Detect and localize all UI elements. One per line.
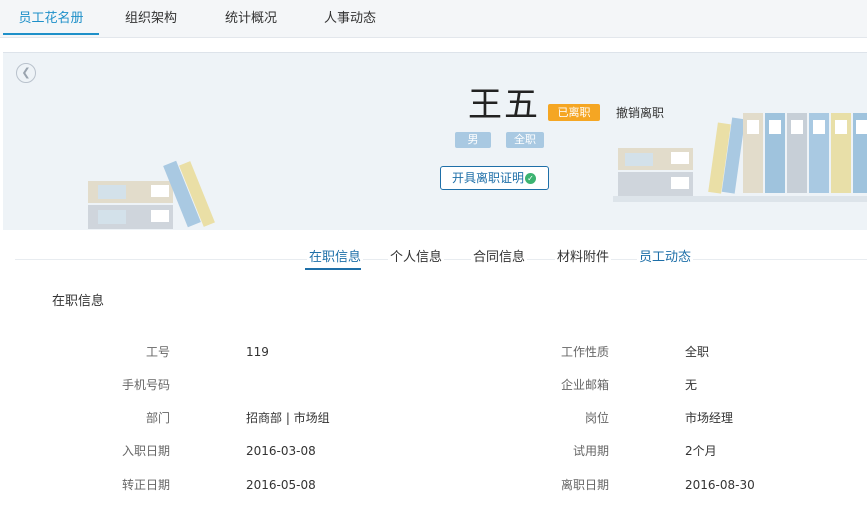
field-label-phone: 手机号码 — [121, 378, 170, 392]
top-navigation: 员工花名册 组织架构 统计概况 人事动态 — [0, 0, 867, 38]
field-label-company-email: 企业邮箱 — [560, 378, 609, 392]
field-value-leave-date: 2016-08-30 — [685, 478, 755, 492]
employment-type-tag: 全职 — [506, 132, 544, 148]
binders-illustration-left — [88, 160, 215, 229]
field-label-department: 部门 — [145, 411, 170, 425]
active-subtab-indicator — [305, 268, 361, 270]
back-arrow-icon[interactable]: ❮ — [16, 63, 36, 83]
field-value-hire-date: 2016-03-08 — [246, 444, 316, 458]
field-label-regularization-date: 转正日期 — [121, 478, 170, 492]
field-value-probation: 2个月 — [685, 444, 717, 458]
subtab-contract-info[interactable]: 合同信息 — [471, 248, 528, 268]
field-value-regularization-date: 2016-05-08 — [246, 478, 316, 492]
status-badge: 已离职 — [548, 104, 600, 121]
field-value-company-email: 无 — [685, 378, 698, 392]
field-label-position: 岗位 — [584, 411, 609, 425]
employee-name: 王五 — [468, 85, 540, 125]
subtab-attachments[interactable]: 材料附件 — [555, 248, 612, 268]
cert-button-label: 开具离职证明 — [452, 171, 525, 185]
field-label-probation: 试用期 — [572, 444, 609, 458]
section-title: 在职信息 — [52, 294, 105, 309]
employee-profile-page: 员工花名册 组织架构 统计概况 人事动态 ❮ 王五 已离职 撤销离职 男 全职 … — [0, 0, 867, 505]
field-label-hire-date: 入职日期 — [121, 444, 170, 458]
binders-illustration-right — [613, 113, 867, 202]
tab-hr-activity[interactable]: 人事动态 — [306, 0, 394, 38]
field-value-department: 招商部 | 市场组 — [246, 411, 330, 425]
subtab-employee-activity[interactable]: 员工动态 — [637, 248, 694, 268]
field-value-position: 市场经理 — [685, 411, 734, 425]
field-value-work-type: 全职 — [685, 345, 710, 359]
issue-resignation-certificate-button[interactable]: 开具离职证明 ✓ — [440, 166, 549, 190]
revoke-resignation-link[interactable]: 撤销离职 — [616, 105, 664, 121]
active-tab-indicator — [3, 33, 99, 35]
field-label-leave-date: 离职日期 — [560, 478, 609, 492]
subtab-personal-info[interactable]: 个人信息 — [388, 248, 445, 268]
field-label-work-type: 工作性质 — [560, 345, 609, 359]
tab-statistics[interactable]: 统计概况 — [207, 0, 295, 38]
check-circle-icon: ✓ — [525, 173, 536, 184]
profile-banner: ❮ 王五 已离职 撤销离职 男 全职 开具离职证明 ✓ — [3, 52, 867, 230]
tab-org-structure[interactable]: 组织架构 — [107, 0, 195, 38]
field-label-employee-id: 工号 — [145, 345, 170, 359]
field-value-employee-id: 119 — [246, 345, 269, 359]
gender-tag: 男 — [455, 132, 491, 148]
subtab-employment-info[interactable]: 在职信息 — [307, 248, 364, 268]
